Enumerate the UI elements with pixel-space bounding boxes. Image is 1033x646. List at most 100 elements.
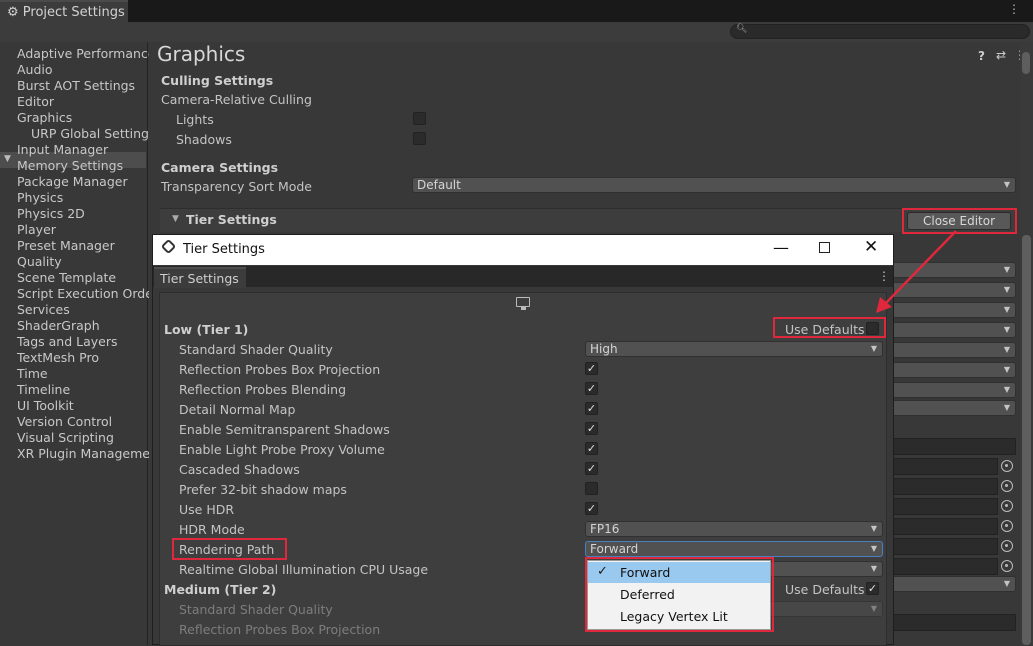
bg-object-field-3[interactable] bbox=[890, 498, 998, 515]
transparency-sort-mode-label: Transparency Sort Mode bbox=[161, 179, 313, 194]
bg-object-field-4[interactable] bbox=[890, 518, 998, 535]
low-light-probe-proxy-checkbox[interactable]: ✓ bbox=[585, 442, 598, 455]
low-detail-normal-map-label: Detail Normal Map bbox=[179, 402, 296, 417]
transparency-sort-mode-dropdown[interactable]: Default ▼ bbox=[412, 177, 1016, 193]
bg-object-field-1[interactable] bbox=[890, 458, 998, 475]
lights-label: Lights bbox=[176, 112, 214, 127]
low-cascaded-shadows-checkbox[interactable]: ✓ bbox=[585, 462, 598, 475]
sidebar-item-preset-manager[interactable]: Preset Manager bbox=[17, 238, 115, 254]
bg-dropdown-6[interactable]: ▼ bbox=[890, 362, 1016, 378]
search-icon: 🔍︎ bbox=[736, 24, 748, 34]
scrollbar-thumb-top[interactable] bbox=[1022, 52, 1030, 74]
low-reflection-blending-checkbox[interactable]: ✓ bbox=[585, 382, 598, 395]
bg-dropdown-7[interactable]: ▼ bbox=[890, 382, 1016, 398]
object-picker-icon[interactable] bbox=[1001, 480, 1013, 492]
sidebar-item-burst-aot[interactable]: Burst AOT Settings bbox=[17, 78, 135, 94]
sidebar-item-version-control[interactable]: Version Control bbox=[17, 414, 112, 430]
more-options-icon[interactable]: ⋮ bbox=[1008, 2, 1020, 16]
transparency-sort-mode-value: Default bbox=[417, 178, 461, 192]
project-settings-tab[interactable]: ⚙ Project Settings bbox=[0, 0, 128, 24]
low-hdr-mode-value: FP16 bbox=[590, 522, 620, 536]
low-rendering-path-dropdown[interactable]: Forward ▼ bbox=[585, 541, 883, 557]
medium-use-defaults-label: Use Defaults bbox=[785, 582, 865, 597]
bg-dropdown-9[interactable]: ▼ bbox=[890, 576, 1016, 592]
sidebar-item-scene-template[interactable]: Scene Template bbox=[17, 270, 116, 286]
object-picker-icon[interactable] bbox=[1001, 500, 1013, 512]
sidebar: ▼ Adaptive Performance Audio Burst AOT S… bbox=[0, 42, 163, 645]
preset-icon[interactable]: ⇄ bbox=[996, 48, 1006, 62]
medium-reflection-box-projection-label: Reflection Probes Box Projection bbox=[179, 622, 381, 637]
bg-field-1[interactable] bbox=[890, 438, 1016, 455]
tier-window-tab[interactable]: Tier Settings bbox=[154, 267, 246, 288]
shadows-checkbox[interactable] bbox=[413, 132, 426, 145]
scrollbar-thumb[interactable] bbox=[1022, 235, 1031, 645]
low-reflection-box-projection-checkbox[interactable]: ✓ bbox=[585, 362, 598, 375]
bg-field-2[interactable] bbox=[890, 614, 1016, 631]
chevron-down-icon: ▼ bbox=[870, 524, 877, 533]
lights-checkbox[interactable] bbox=[413, 112, 426, 125]
rendering-path-highlight bbox=[172, 538, 287, 560]
monitor-icon bbox=[516, 297, 530, 307]
bg-object-field-5[interactable] bbox=[890, 538, 998, 555]
low-semitransparent-shadows-label: Enable Semitransparent Shadows bbox=[179, 422, 390, 437]
object-picker-icon[interactable] bbox=[1001, 560, 1013, 572]
sidebar-item-editor[interactable]: Editor bbox=[17, 94, 54, 110]
expand-arrow-icon[interactable]: ▼ bbox=[4, 154, 11, 164]
bg-dropdown-5[interactable]: ▼ bbox=[890, 342, 1016, 358]
sidebar-item-graphics[interactable]: Graphics bbox=[17, 110, 72, 126]
tier-window-title: Tier Settings bbox=[183, 242, 265, 257]
sidebar-item-memory-settings[interactable]: Memory Settings bbox=[17, 158, 123, 174]
sidebar-item-tags-and-layers[interactable]: Tags and Layers bbox=[17, 334, 118, 350]
minimize-icon[interactable]: — bbox=[773, 238, 789, 257]
sidebar-item-audio[interactable]: Audio bbox=[17, 62, 53, 78]
low-standard-shader-quality-value: High bbox=[590, 342, 618, 356]
sidebar-item-visual-scripting[interactable]: Visual Scripting bbox=[17, 430, 114, 446]
low-standard-shader-quality-dropdown[interactable]: High ▼ bbox=[585, 341, 883, 357]
chevron-down-icon: ▼ bbox=[870, 544, 877, 553]
sidebar-item-shadergraph[interactable]: ShaderGraph bbox=[17, 318, 100, 334]
sidebar-item-xr-plugin[interactable]: XR Plugin Management bbox=[17, 446, 163, 462]
unity-logo-icon bbox=[160, 238, 177, 255]
low-reflection-blending-label: Reflection Probes Blending bbox=[179, 382, 347, 397]
tab-title: Project Settings bbox=[22, 5, 125, 20]
page-title: Graphics bbox=[157, 42, 246, 66]
low-light-probe-proxy-label: Enable Light Probe Proxy Volume bbox=[179, 442, 385, 457]
search-input[interactable]: 🔍︎ bbox=[730, 24, 1030, 39]
sidebar-item-services[interactable]: Services bbox=[17, 302, 70, 318]
sidebar-item-adaptive-performance[interactable]: Adaptive Performance bbox=[17, 46, 156, 62]
sidebar-item-time[interactable]: Time bbox=[17, 366, 48, 382]
tier-settings-header: Tier Settings bbox=[186, 212, 277, 227]
shadows-label: Shadows bbox=[176, 132, 232, 147]
object-picker-icon[interactable] bbox=[1001, 520, 1013, 532]
sidebar-item-textmesh-pro[interactable]: TextMesh Pro bbox=[17, 350, 99, 366]
help-icon[interactable]: ? bbox=[978, 49, 985, 63]
sidebar-item-player[interactable]: Player bbox=[17, 222, 56, 238]
low-use-hdr-checkbox[interactable]: ✓ bbox=[585, 502, 598, 515]
object-picker-icon[interactable] bbox=[1001, 460, 1013, 472]
sidebar-item-physics-2d[interactable]: Physics 2D bbox=[17, 206, 85, 222]
sidebar-item-ui-toolkit[interactable]: UI Toolkit bbox=[17, 398, 74, 414]
sidebar-item-quality[interactable]: Quality bbox=[17, 254, 62, 270]
low-semitransparent-shadows-checkbox[interactable]: ✓ bbox=[585, 422, 598, 435]
tier-window-title-bar[interactable]: Tier Settings — ✕ bbox=[153, 235, 893, 265]
chevron-down-icon: ▼ bbox=[870, 344, 877, 353]
low-32bit-shadow-maps-label: Prefer 32-bit shadow maps bbox=[179, 482, 347, 497]
maximize-icon[interactable] bbox=[819, 242, 830, 253]
sidebar-item-physics[interactable]: Physics bbox=[17, 190, 63, 206]
low-hdr-mode-dropdown[interactable]: FP16 ▼ bbox=[585, 521, 883, 537]
sidebar-item-script-execution-order[interactable]: Script Execution Order bbox=[17, 286, 158, 302]
popup-highlight bbox=[585, 557, 774, 632]
low-32bit-shadow-maps-checkbox[interactable] bbox=[585, 482, 598, 495]
sidebar-item-package-manager[interactable]: Package Manager bbox=[17, 174, 128, 190]
gear-icon: ⚙ bbox=[7, 5, 19, 20]
bg-object-field-2[interactable] bbox=[890, 478, 998, 495]
sidebar-item-urp-global[interactable]: URP Global Settings bbox=[31, 126, 155, 142]
sidebar-item-input-manager[interactable]: Input Manager bbox=[17, 142, 108, 158]
chevron-down-icon: ▼ bbox=[1003, 180, 1010, 189]
object-picker-icon[interactable] bbox=[1001, 540, 1013, 552]
bg-dropdown-8[interactable]: ▼ bbox=[890, 400, 1016, 416]
medium-use-defaults-checkbox[interactable]: ✓ bbox=[866, 582, 879, 595]
low-detail-normal-map-checkbox[interactable]: ✓ bbox=[585, 402, 598, 415]
bg-object-field-6[interactable] bbox=[890, 558, 998, 575]
sidebar-item-timeline[interactable]: Timeline bbox=[17, 382, 70, 398]
